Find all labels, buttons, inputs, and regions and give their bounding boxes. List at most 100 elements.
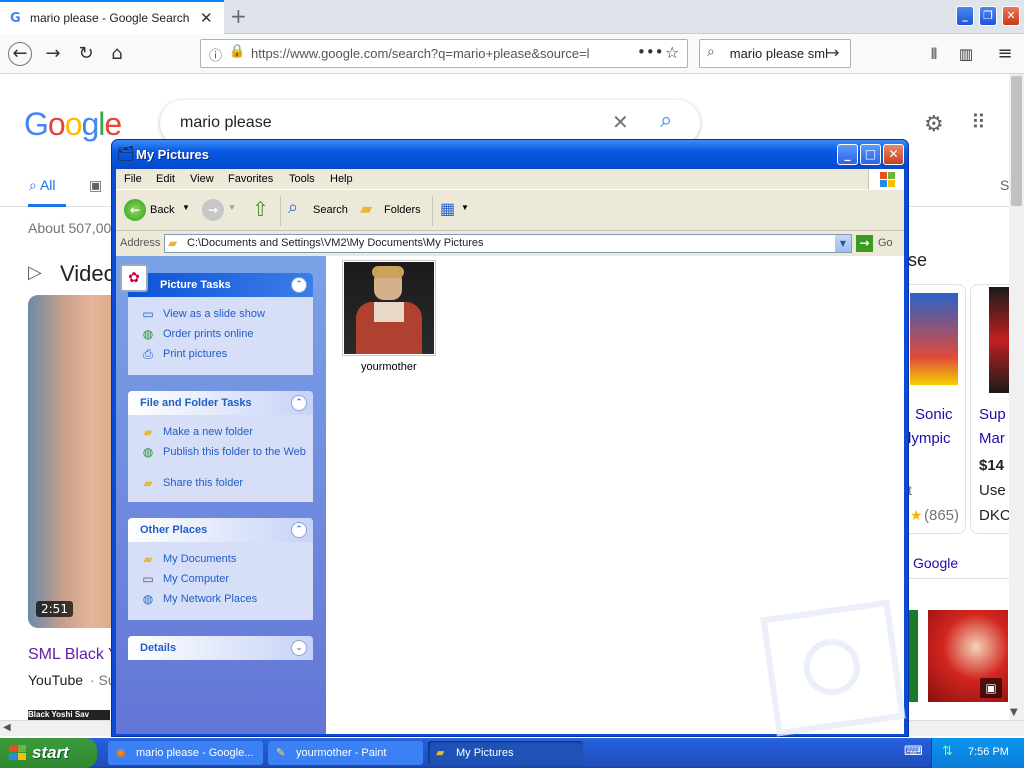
folders-button[interactable]: Folders (384, 204, 421, 216)
go-button[interactable]: Go (878, 237, 893, 249)
task-slideshow[interactable]: ▭ View as a slide show (128, 305, 313, 325)
close-tab-icon[interactable]: ✕ (200, 9, 213, 27)
home-icon[interactable]: ⌂ (105, 42, 129, 66)
thumbnail-image (344, 262, 434, 354)
back-arrow-icon[interactable]: ← (8, 42, 32, 66)
google-logo[interactable]: Google (24, 106, 122, 143)
file-list-pane[interactable]: yourmother (326, 256, 906, 737)
scroll-left-icon[interactable]: ◀ (3, 722, 11, 733)
product-card-sonic[interactable]: Sonic lympic t ★ (865) (908, 284, 966, 534)
video-thumbnail[interactable]: 2:51 (28, 295, 118, 628)
address-field[interactable]: ▰ C:\Documents and Settings\VM2\My Docum… (164, 234, 852, 253)
printer-icon: ⎙ (143, 347, 153, 361)
panel-title: File and Folder Tasks (140, 397, 252, 409)
back-button[interactable]: Back (150, 204, 174, 216)
more-on-google-link[interactable]: Google (913, 555, 958, 571)
video-title-link[interactable]: SML Black Y (28, 646, 119, 664)
search-icon[interactable]: ⌕ (288, 197, 298, 218)
menu-edit[interactable]: Edit (156, 173, 175, 185)
address-path: C:\Documents and Settings\VM2\My Documen… (187, 237, 484, 249)
minimize-icon[interactable]: _ (837, 144, 858, 165)
scroll-thumb[interactable] (1011, 76, 1022, 206)
folder-icon: ▰ (436, 747, 445, 759)
menu-help[interactable]: Help (330, 173, 353, 185)
menu-file[interactable]: File (124, 173, 142, 185)
search-button[interactable]: Search (313, 204, 348, 216)
menu-tools[interactable]: Tools (289, 173, 315, 185)
search-icon[interactable]: ⌕ (660, 108, 672, 133)
views-icon[interactable]: ▦ (440, 199, 455, 219)
restore-icon[interactable]: ❐ (979, 6, 997, 26)
expand-chevron-icon[interactable]: ⌄ (291, 640, 307, 656)
product-name-line2: lympic (908, 430, 951, 447)
apps-grid-icon[interactable]: ⠿ (971, 110, 986, 134)
back-dropdown-icon[interactable]: ▼ (182, 203, 190, 212)
toolbar: ← Back ▼ → ▼ ⇧ ⌕ Search ▰ Folders ▦ ▼ (116, 191, 904, 231)
page-vertical-scrollbar[interactable] (1009, 74, 1024, 720)
info-icon[interactable]: ⓘ (209, 45, 222, 64)
views-dropdown-icon[interactable]: ▼ (461, 203, 469, 212)
browser-search-field[interactable]: ⌕ mario please sml → (699, 39, 851, 68)
image-result-mario[interactable]: ▣ (928, 610, 1008, 702)
sidebar-icon[interactable]: ▥ (954, 42, 978, 66)
address-dropdown-icon[interactable]: ▼ (835, 235, 851, 252)
minimize-icon[interactable]: _ (956, 6, 974, 26)
go-arrow-icon[interactable]: → (826, 43, 839, 62)
library-icon[interactable]: ⫴ (922, 42, 946, 66)
place-my-documents[interactable]: ▰ My Documents (128, 550, 313, 570)
browser-search-text: mario please sml (729, 46, 828, 61)
windows-logo-icon (868, 169, 904, 190)
taskbar-button-firefox[interactable]: ◉ mario please - Google... (108, 741, 263, 765)
task-publish-web[interactable]: ◍ Publish this folder to the Web (128, 443, 313, 474)
start-button[interactable]: start (0, 738, 97, 768)
up-folder-icon[interactable]: ⇧ (252, 197, 269, 222)
forward-arrow-icon[interactable]: → (202, 199, 224, 221)
browser-tab[interactable]: G mario please - Google Search ✕ (0, 0, 224, 34)
taskbar: start ◉ mario please - Google... ✎ yourmot… (0, 738, 1024, 768)
collapse-chevron-icon[interactable]: ⌃ (291, 522, 307, 538)
settings-gear-icon[interactable]: ⚙ (924, 112, 944, 137)
folders-icon[interactable]: ▰ (360, 199, 372, 219)
reload-icon[interactable]: ↻ (74, 42, 98, 66)
taskbar-button-my-pictures[interactable]: ▰ My Pictures (428, 741, 583, 765)
new-tab-icon[interactable]: + (230, 4, 247, 28)
keyboard-icon[interactable]: ⌨ (904, 744, 923, 759)
page-actions-icon[interactable]: ••• (637, 43, 664, 61)
collapse-chevron-icon[interactable]: ⌃ (291, 277, 307, 293)
tab-all[interactable]: ⌕ All (29, 177, 56, 194)
place-my-network[interactable]: ◍ My Network Places (128, 590, 313, 610)
url-bar[interactable]: ⓘ 🔒 https://www.google.com/search?q=mari… (200, 39, 688, 68)
clear-search-icon[interactable]: ✕ (612, 110, 629, 134)
task-order-prints[interactable]: ◍ Order prints online (128, 325, 313, 345)
menu-favorites[interactable]: Favorites (228, 173, 273, 185)
task-new-folder[interactable]: ▰ Make a new folder (128, 423, 313, 443)
bookmark-star-icon[interactable]: ☆ (665, 43, 679, 62)
file-thumbnail[interactable] (342, 260, 436, 356)
caption-thumbnail-text: Black Yoshi Sav (28, 710, 90, 719)
publish-web-icon: ◍ (142, 445, 154, 459)
back-arrow-icon[interactable]: ← (124, 199, 146, 221)
task-share-folder[interactable]: ▰ Share this folder (128, 474, 313, 494)
go-arrow-icon[interactable]: → (856, 235, 873, 252)
scroll-down-icon[interactable]: ▼ (1010, 707, 1018, 718)
menu-view[interactable]: View (190, 173, 214, 185)
tab-more[interactable]: S (1000, 177, 1009, 193)
explorer-titlebar[interactable]: 🗂 My Pictures _ □ ✕ (112, 140, 908, 169)
images-icon[interactable]: ▣ (89, 177, 102, 194)
google-search-query[interactable]: mario please (180, 114, 272, 132)
file-name[interactable]: yourmother (361, 361, 417, 373)
forward-dropdown-icon[interactable]: ▼ (228, 203, 236, 212)
place-my-computer[interactable]: ▭ My Computer (128, 570, 313, 590)
product-card-mario[interactable]: Sup Mar $14 Use DKC (970, 284, 1011, 534)
task-print[interactable]: ⎙ Print pictures (128, 345, 313, 365)
forward-arrow-icon[interactable]: → (41, 42, 65, 66)
close-icon[interactable]: ✕ (883, 144, 904, 165)
maximize-icon[interactable]: □ (860, 144, 881, 165)
close-window-icon[interactable]: ✕ (1002, 6, 1020, 26)
tab-all-underline (28, 204, 66, 207)
taskbar-button-paint[interactable]: ✎ yourmother - Paint (268, 741, 423, 765)
menu-hamburger-icon[interactable]: ≡ (993, 42, 1017, 66)
collapse-chevron-icon[interactable]: ⌃ (291, 395, 307, 411)
network-tray-icon[interactable]: ⇅ (942, 744, 953, 759)
image-result-partial[interactable] (908, 610, 918, 702)
